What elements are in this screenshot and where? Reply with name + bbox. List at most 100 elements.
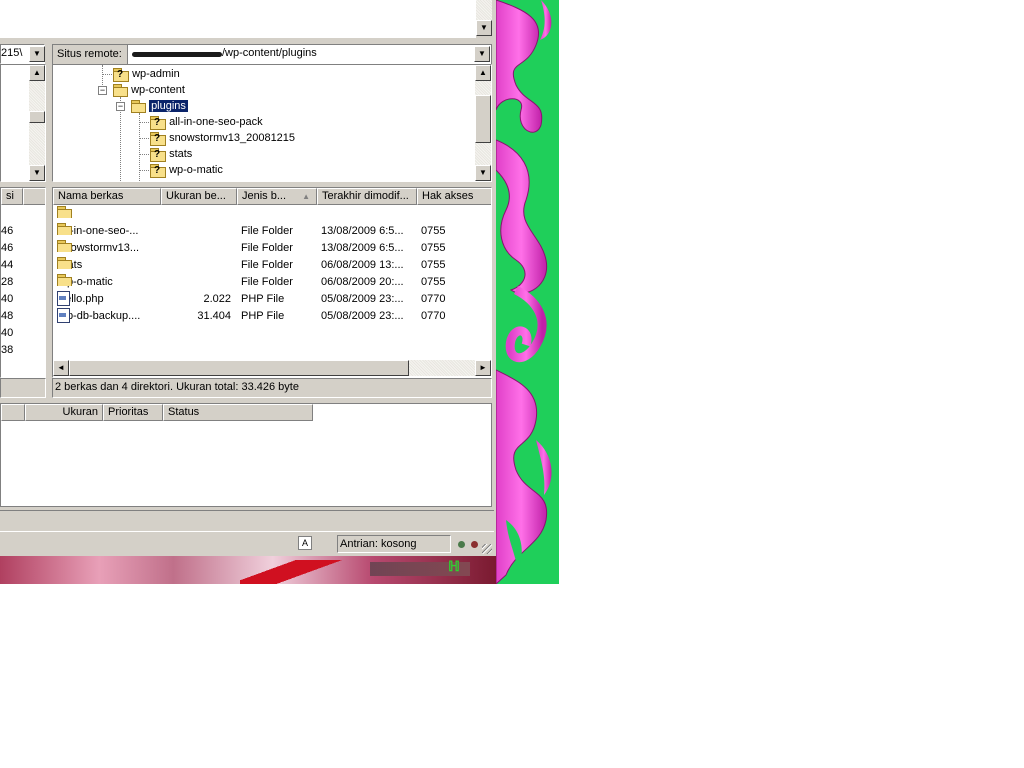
remote-tree-scroll-thumb[interactable]: [475, 95, 491, 143]
tree-item-wp-content[interactable]: wp-content: [113, 82, 185, 98]
local-tree-scroll-down-button[interactable]: ▼: [29, 165, 45, 181]
hscroll-left-button[interactable]: ◄: [53, 360, 69, 376]
column-header-modified[interactable]: Terakhir dimodif...: [317, 188, 417, 205]
tree-line: [139, 138, 149, 139]
local-value-cell: 28: [1, 276, 14, 288]
folder-icon: [57, 274, 72, 286]
file-row[interactable]: wp-o-matic File Folder 06/08/2009 20:... 07…: [53, 274, 491, 291]
file-perm-cell: 0770: [421, 293, 446, 305]
tab-strip: [0, 510, 494, 532]
php-file-icon: [57, 291, 70, 306]
file-row[interactable]: hello.php 2.022 PHP File 05/08/2009 23:... 0…: [53, 291, 491, 308]
taskbar-wallpaper: ℍ: [0, 556, 496, 584]
local-column-header[interactable]: si: [1, 188, 23, 205]
hscroll-thumb[interactable]: [69, 360, 409, 376]
tribal-pattern-graphic: [496, 0, 552, 584]
queue-column-header-size[interactable]: Ukuran: [25, 404, 103, 421]
file-perm-cell: 0755: [421, 276, 446, 288]
tree-item-all-in-one-seo-pack[interactable]: ? all-in-one-seo-pack: [150, 114, 263, 130]
column-header-permissions[interactable]: Hak akses: [417, 188, 491, 205]
folder-open-icon: [113, 84, 128, 98]
file-perm-cell: 0755: [421, 259, 446, 271]
unknown-folder-icon: ?: [150, 147, 166, 162]
status-bar: A Antrian: kosong: [0, 534, 496, 556]
file-row[interactable]: all-in-one-seo-... File Folder 13/08/2009 …: [53, 223, 491, 240]
unknown-folder-icon: ?: [150, 131, 166, 146]
local-tree-scrollbar[interactable]: [29, 65, 45, 181]
local-tree-scroll-thumb[interactable]: [29, 111, 45, 123]
receive-led-icon: [458, 541, 465, 548]
file-size-cell: 31.404: [197, 310, 231, 322]
resize-grip-icon[interactable]: [482, 544, 492, 554]
file-row[interactable]: wp-db-backup.... 31.404 PHP File 05/08/2009…: [53, 308, 491, 325]
local-path-combo[interactable]: 215\ ▼: [0, 44, 45, 64]
upper-scrollbar-track[interactable]: [476, 0, 492, 22]
queue-status-box: Antrian: kosong: [337, 535, 451, 553]
file-name-cell: wp-o-matic: [57, 274, 161, 291]
local-file-list[interactable]: si 46 46 44 28 40 48 40 38: [0, 187, 46, 378]
column-header-name[interactable]: Nama berkas: [53, 188, 161, 205]
file-row[interactable]: ..: [53, 206, 491, 223]
tree-item-snowstorm[interactable]: ? snowstormv13_20081215: [150, 130, 295, 146]
desktop-wallpaper: [496, 0, 559, 584]
local-tree-scroll-up-button[interactable]: ▲: [29, 65, 45, 81]
queue-column-header-priority[interactable]: Prioritas: [103, 404, 163, 421]
queue-pane[interactable]: Ukuran Prioritas Status: [0, 403, 492, 507]
tree-item-wp-admin[interactable]: ? wp-admin: [113, 66, 180, 82]
sort-ascending-icon: ▲: [302, 192, 310, 201]
remote-site-label: Situs remote:: [57, 48, 122, 60]
local-value-cell: 46: [1, 225, 14, 237]
file-modified-cell: 05/08/2009 23:...: [321, 293, 404, 305]
folder-icon: [57, 223, 72, 235]
tree-item-stats[interactable]: ? stats: [150, 146, 192, 162]
file-name-cell: wp-db-backup....: [57, 308, 161, 325]
unknown-folder-icon: ?: [150, 163, 166, 178]
folder-icon: [57, 257, 72, 269]
remote-file-list[interactable]: Nama berkas Ukuran be... Jenis b... ▲ Te…: [52, 187, 492, 378]
file-name-cell: hello.php: [57, 291, 161, 308]
file-size-cell: 2.022: [203, 293, 231, 305]
filezilla-window: ▼ 215\ ▼ ▲ ▼ Situs remote: /wp-content/p…: [0, 0, 496, 584]
remote-path-input[interactable]: /wp-content/plugins ▼: [127, 45, 491, 64]
local-value-cell: 48: [1, 310, 14, 322]
upper-scroll-down-button[interactable]: ▼: [476, 20, 492, 36]
collapse-wp-content-icon[interactable]: −: [98, 86, 107, 95]
tree-item-wp-o-matic[interactable]: ? wp-o-matic: [150, 162, 223, 178]
local-tree-pane[interactable]: ▲ ▼: [0, 64, 46, 182]
folder-icon: [57, 240, 72, 252]
local-value-cell: 46: [1, 242, 14, 254]
remote-path-text: /wp-content/plugins: [222, 47, 317, 59]
remote-status-text: 2 berkas dan 4 direktori. Ukuran total: …: [55, 381, 299, 393]
tree-item-plugins[interactable]: plugins: [131, 98, 189, 114]
upper-pane: [0, 0, 476, 38]
local-status-box: [0, 378, 46, 398]
column-header-size[interactable]: Ukuran be...: [161, 188, 237, 205]
queue-column-header-server[interactable]: [1, 404, 25, 421]
unknown-folder-icon: ?: [113, 67, 129, 82]
file-perm-cell: 0755: [421, 225, 446, 237]
file-row[interactable]: snowstormv13... File Folder 13/08/2009 6:5…: [53, 240, 491, 257]
queue-column-header-status[interactable]: Status: [163, 404, 313, 421]
ascii-mode-icon[interactable]: A: [298, 536, 312, 550]
column-header-type[interactable]: Jenis b... ▲: [237, 188, 317, 205]
tree-line: [139, 170, 149, 171]
tree-line: [139, 154, 149, 155]
remote-tree-pane[interactable]: − − ? wp-admin wp-content plugins ? all-…: [52, 64, 492, 182]
collapse-plugins-icon[interactable]: −: [116, 102, 125, 111]
local-value-cell: 44: [1, 259, 14, 271]
tree-line: [102, 74, 112, 75]
file-row[interactable]: stats File Folder 06/08/2009 13:... 0755: [53, 257, 491, 274]
decorative-red-mark: [240, 560, 360, 584]
decorative-glyph-icon: ℍ: [448, 558, 460, 574]
send-led-icon: [471, 541, 478, 548]
remote-path-dropdown-icon[interactable]: ▼: [474, 46, 490, 62]
hscroll-right-button[interactable]: ►: [475, 360, 491, 376]
local-value-cell: 38: [1, 344, 14, 356]
local-path-dropdown-icon[interactable]: ▼: [29, 46, 45, 62]
file-type-cell: File Folder: [241, 242, 293, 254]
remote-tree-scroll-down-button[interactable]: ▼: [475, 165, 491, 181]
local-column-header-extra[interactable]: [23, 188, 45, 205]
php-file-icon: [57, 308, 70, 323]
remote-status-box: 2 berkas dan 4 direktori. Ukuran total: …: [52, 378, 492, 398]
remote-tree-scroll-up-button[interactable]: ▲: [475, 65, 491, 81]
